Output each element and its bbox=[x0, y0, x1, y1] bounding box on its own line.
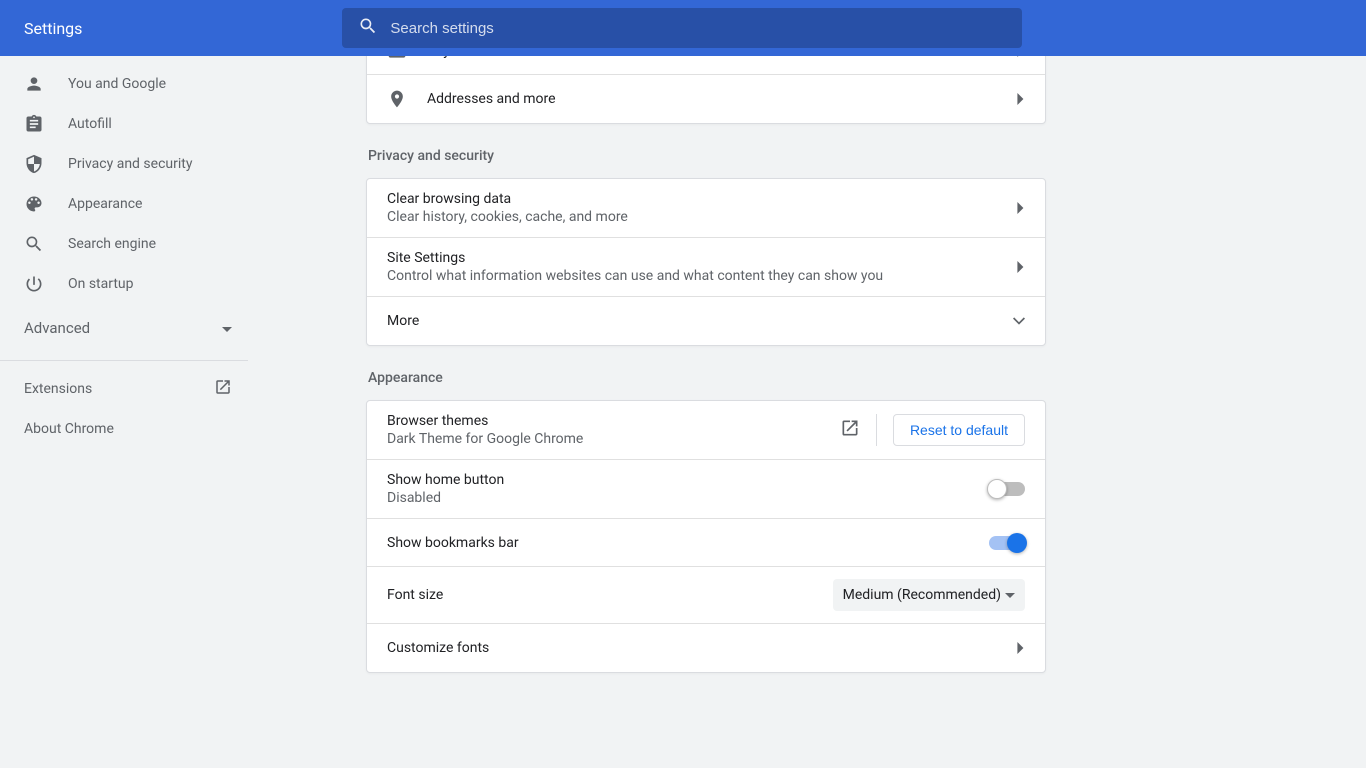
power-icon bbox=[24, 274, 44, 294]
dropdown-value: Medium (Recommended) bbox=[843, 587, 1001, 603]
row-title: Customize fonts bbox=[387, 640, 1017, 656]
sidebar-item-label: Advanced bbox=[24, 319, 90, 337]
reset-to-default-button[interactable]: Reset to default bbox=[893, 414, 1025, 446]
search-icon bbox=[358, 16, 378, 40]
autofill-card: Payment methods Addresses and more bbox=[366, 56, 1046, 124]
row-title: Show bookmarks bar bbox=[387, 535, 989, 551]
search-icon bbox=[24, 234, 44, 254]
page-title: Settings bbox=[24, 19, 82, 38]
row-subtitle: Disabled bbox=[387, 490, 989, 506]
sidebar-item-label: Extensions bbox=[24, 381, 92, 397]
content-area: Payment methods Addresses and more Priva… bbox=[256, 56, 1366, 768]
row-font-size[interactable]: Font size Medium (Recommended) bbox=[367, 567, 1045, 624]
divider bbox=[0, 360, 248, 361]
row-title: More bbox=[387, 313, 1013, 329]
chevron-right-icon bbox=[1017, 261, 1025, 273]
home-button-toggle[interactable] bbox=[989, 482, 1025, 496]
credit-card-icon bbox=[387, 56, 407, 61]
row-subtitle: Dark Theme for Google Chrome bbox=[387, 431, 840, 447]
row-title: Show home button bbox=[387, 472, 989, 488]
privacy-card: Clear browsing data Clear history, cooki… bbox=[366, 178, 1046, 346]
font-size-dropdown[interactable]: Medium (Recommended) bbox=[833, 579, 1025, 611]
row-clear-data[interactable]: Clear browsing data Clear history, cooki… bbox=[367, 179, 1045, 238]
row-title: Browser themes bbox=[387, 413, 840, 429]
section-title-appearance: Appearance bbox=[368, 370, 1046, 386]
chevron-right-icon bbox=[1017, 202, 1025, 214]
sidebar-item-privacy[interactable]: Privacy and security bbox=[0, 144, 256, 184]
sidebar-item-label: Autofill bbox=[68, 116, 112, 132]
sidebar-item-extensions[interactable]: Extensions bbox=[0, 369, 256, 409]
sidebar-item-label: About Chrome bbox=[24, 421, 114, 437]
sidebar-item-label: Privacy and security bbox=[68, 156, 192, 172]
open-external-icon[interactable] bbox=[840, 418, 860, 442]
chevron-right-icon bbox=[1017, 56, 1025, 57]
row-show-home-button[interactable]: Show home button Disabled bbox=[367, 460, 1045, 519]
chevron-right-icon bbox=[1017, 93, 1025, 105]
row-addresses[interactable]: Addresses and more bbox=[367, 75, 1045, 123]
row-title: Addresses and more bbox=[427, 91, 1017, 107]
sidebar: You and Google Autofill Privacy and secu… bbox=[0, 56, 256, 768]
row-title: Clear browsing data bbox=[387, 191, 1017, 207]
row-show-bookmarks-bar[interactable]: Show bookmarks bar bbox=[367, 519, 1045, 567]
search-input[interactable] bbox=[390, 20, 1006, 37]
row-browser-themes[interactable]: Browser themes Dark Theme for Google Chr… bbox=[367, 401, 1045, 460]
sidebar-item-appearance[interactable]: Appearance bbox=[0, 184, 256, 224]
clipboard-icon bbox=[24, 114, 44, 134]
location-icon bbox=[387, 89, 407, 109]
sidebar-item-autofill[interactable]: Autofill bbox=[0, 104, 256, 144]
sidebar-item-advanced[interactable]: Advanced bbox=[0, 304, 256, 352]
bookmarks-toggle[interactable] bbox=[989, 536, 1025, 550]
row-customize-fonts[interactable]: Customize fonts bbox=[367, 624, 1045, 672]
row-subtitle: Clear history, cookies, cache, and more bbox=[387, 209, 1017, 225]
sidebar-item-label: Search engine bbox=[68, 236, 156, 252]
palette-icon bbox=[24, 194, 44, 214]
sidebar-item-on-startup[interactable]: On startup bbox=[0, 264, 256, 304]
sidebar-item-about[interactable]: About Chrome bbox=[0, 409, 256, 449]
person-icon bbox=[24, 74, 44, 94]
shield-icon bbox=[24, 154, 44, 174]
search-bar[interactable] bbox=[342, 8, 1022, 48]
row-title: Site Settings bbox=[387, 250, 1017, 266]
row-more[interactable]: More bbox=[367, 297, 1045, 345]
sidebar-item-label: On startup bbox=[68, 276, 134, 292]
row-title: Font size bbox=[387, 587, 833, 603]
chevron-down-icon bbox=[1013, 314, 1025, 329]
sidebar-item-label: Appearance bbox=[68, 196, 142, 212]
chevron-down-icon bbox=[222, 320, 232, 336]
divider bbox=[876, 414, 877, 446]
row-subtitle: Control what information websites can us… bbox=[387, 268, 1017, 284]
sidebar-item-search-engine[interactable]: Search engine bbox=[0, 224, 256, 264]
sidebar-item-you-and-google[interactable]: You and Google bbox=[0, 64, 256, 104]
section-title-privacy: Privacy and security bbox=[368, 148, 1046, 164]
row-title: Payment methods bbox=[427, 56, 1017, 59]
chevron-right-icon bbox=[1017, 642, 1025, 654]
sidebar-item-label: You and Google bbox=[68, 76, 166, 92]
row-payment-methods[interactable]: Payment methods bbox=[367, 56, 1045, 75]
open-external-icon bbox=[214, 378, 232, 400]
app-header: Settings bbox=[0, 0, 1366, 56]
appearance-card: Browser themes Dark Theme for Google Chr… bbox=[366, 400, 1046, 673]
chevron-down-icon bbox=[1005, 593, 1015, 598]
row-site-settings[interactable]: Site Settings Control what information w… bbox=[367, 238, 1045, 297]
